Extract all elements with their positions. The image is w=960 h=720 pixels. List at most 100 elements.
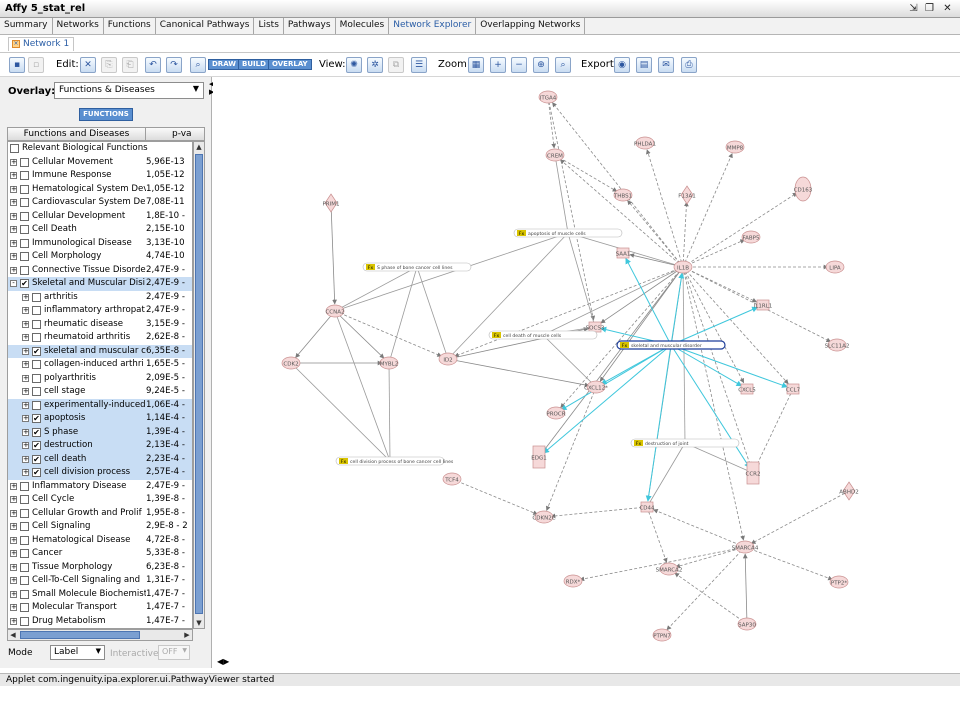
row-checkbox[interactable]: ✔ bbox=[32, 441, 41, 450]
expand-icon[interactable]: + bbox=[22, 401, 29, 409]
tab-overlapping-networks[interactable]: Overlapping Networks bbox=[476, 18, 586, 34]
column-header-pvalue[interactable]: p-va bbox=[172, 128, 192, 140]
network-edge[interactable] bbox=[755, 388, 794, 468]
tree-row[interactable]: + cell stage 9,24E-5 - bbox=[8, 385, 192, 399]
row-checkbox[interactable] bbox=[32, 360, 41, 369]
network-edge[interactable] bbox=[388, 362, 391, 462]
network-node[interactable]: FABP5 bbox=[741, 230, 761, 244]
expand-icon[interactable]: + bbox=[10, 253, 17, 260]
layout-organic-icon[interactable]: ✲ bbox=[367, 57, 383, 73]
row-checkbox[interactable] bbox=[20, 495, 29, 504]
redo-icon[interactable]: ↷ bbox=[166, 57, 182, 73]
network-node[interactable]: SAP30 bbox=[737, 617, 757, 631]
network-node[interactable]: SLC11A2 bbox=[825, 338, 850, 352]
tab-network-1[interactable]: × Network 1 bbox=[8, 37, 75, 51]
tree-row[interactable]: + Connective Tissue Disorde 2,47E-9 - bbox=[8, 264, 192, 278]
network-edge[interactable] bbox=[744, 546, 833, 581]
network-node[interactable]: CD163 bbox=[794, 176, 813, 202]
draw-button[interactable]: DRAW bbox=[208, 59, 241, 70]
tree-row[interactable]: + Cellular Growth and Prolif 1,95E-8 - bbox=[8, 507, 192, 521]
network-edge[interactable] bbox=[388, 266, 418, 364]
network-edge[interactable] bbox=[447, 232, 569, 360]
expand-icon[interactable]: + bbox=[10, 266, 17, 274]
expand-icon[interactable]: + bbox=[10, 496, 17, 503]
network-edge[interactable] bbox=[554, 154, 618, 192]
zoom-fit-icon[interactable]: ⊕ bbox=[533, 57, 549, 73]
function-node[interactable]: Fx cell death of muscle cells bbox=[488, 330, 598, 340]
row-checkbox[interactable] bbox=[20, 549, 29, 558]
expand-icon[interactable]: + bbox=[10, 604, 17, 611]
build-button[interactable]: BUILD bbox=[238, 59, 270, 70]
network-edge[interactable] bbox=[742, 553, 748, 625]
find-icon[interactable]: ⌕ bbox=[190, 57, 206, 73]
expand-icon[interactable]: + bbox=[22, 320, 29, 328]
network-node[interactable]: EDG1 bbox=[531, 445, 547, 469]
network-edge[interactable] bbox=[646, 149, 684, 268]
tab-pathways[interactable]: Pathways bbox=[284, 18, 336, 34]
expand-icon[interactable]: + bbox=[22, 428, 29, 436]
zoom-selection-icon[interactable]: ⌕ bbox=[555, 57, 571, 73]
tree-row[interactable]: + inflammatory arthropat 2,47E-9 - bbox=[8, 304, 192, 318]
highlight-edge[interactable] bbox=[670, 272, 685, 346]
tab-networks[interactable]: Networks bbox=[53, 18, 104, 34]
expand-icon[interactable]: + bbox=[10, 239, 17, 247]
network-edge[interactable] bbox=[554, 154, 569, 234]
vertical-scroll-thumb[interactable] bbox=[195, 154, 203, 614]
row-checkbox[interactable] bbox=[32, 319, 41, 329]
tree-row[interactable]: + Cell Morphology 4,74E-10 bbox=[8, 250, 192, 264]
network-edge[interactable] bbox=[334, 266, 418, 312]
expand-icon[interactable]: + bbox=[10, 563, 17, 571]
network-edge[interactable] bbox=[295, 310, 336, 359]
network-edge[interactable] bbox=[599, 266, 684, 382]
tree-row[interactable]: + Hematological System Dev 1,05E-12 bbox=[8, 183, 192, 197]
tree-row[interactable]: + Immune Response 1,05E-12 bbox=[8, 169, 192, 183]
expand-icon[interactable]: + bbox=[22, 307, 29, 314]
row-checkbox[interactable] bbox=[20, 184, 29, 194]
expand-icon[interactable]: + bbox=[10, 199, 17, 206]
network-edge[interactable] bbox=[646, 506, 668, 563]
network-node[interactable]: PTPN7 bbox=[652, 628, 672, 642]
row-checkbox[interactable] bbox=[20, 603, 29, 612]
row-checkbox[interactable]: ✔ bbox=[32, 346, 41, 356]
row-checkbox[interactable] bbox=[20, 198, 29, 207]
network-node[interactable]: MYBL2 bbox=[379, 356, 399, 370]
network-edge[interactable] bbox=[682, 266, 789, 385]
network-node[interactable]: CCL7 bbox=[786, 383, 801, 395]
expand-icon[interactable]: + bbox=[10, 550, 17, 557]
network-edge[interactable] bbox=[627, 200, 684, 268]
scroll-down-icon[interactable]: ▼ bbox=[194, 618, 204, 628]
network-node[interactable]: CCR2 bbox=[745, 461, 761, 485]
network-edge[interactable] bbox=[290, 362, 391, 462]
network-node[interactable]: CDK2 bbox=[281, 356, 301, 370]
network-node[interactable]: CXCL12* bbox=[584, 380, 608, 394]
tab-close-icon[interactable]: × bbox=[12, 40, 20, 48]
network-edge[interactable] bbox=[542, 334, 597, 388]
function-node[interactable]: Fx destruction of joint bbox=[630, 438, 740, 448]
undo-icon[interactable]: ↶ bbox=[145, 57, 161, 73]
save-icon[interactable]: ▪ bbox=[9, 57, 25, 73]
print-icon[interactable]: ⎙ bbox=[681, 57, 697, 73]
network-node[interactable]: RDX* bbox=[563, 574, 583, 588]
network-edge[interactable] bbox=[552, 102, 684, 268]
network-edge[interactable] bbox=[682, 266, 745, 541]
export-mail-icon[interactable]: ✉ bbox=[658, 57, 674, 73]
row-checkbox[interactable] bbox=[32, 387, 41, 396]
row-checkbox[interactable] bbox=[20, 238, 29, 248]
expand-icon[interactable]: + bbox=[22, 347, 29, 355]
row-checkbox[interactable] bbox=[20, 522, 29, 531]
expand-icon[interactable]: + bbox=[10, 482, 17, 490]
export-list-icon[interactable]: ▤ bbox=[636, 57, 652, 73]
row-checkbox[interactable] bbox=[32, 306, 41, 315]
layout-subcellular-icon[interactable]: ⧉ bbox=[388, 57, 404, 73]
function-node[interactable]: Fx skeletal and muscular disorder bbox=[616, 340, 726, 350]
save-as-icon[interactable]: ▫ bbox=[28, 57, 44, 73]
network-edge[interactable] bbox=[653, 509, 746, 548]
tree-row[interactable]: + Immunological Disease 3,13E-10 bbox=[8, 237, 192, 251]
expand-icon[interactable]: + bbox=[22, 455, 29, 463]
header-checkbox[interactable] bbox=[10, 144, 19, 153]
network-edge[interactable] bbox=[666, 546, 746, 631]
expand-icon[interactable]: + bbox=[10, 226, 17, 233]
collapse-icon[interactable]: - bbox=[10, 280, 17, 287]
expand-icon[interactable]: + bbox=[10, 212, 17, 220]
zoom-out-icon[interactable]: − bbox=[511, 57, 527, 73]
